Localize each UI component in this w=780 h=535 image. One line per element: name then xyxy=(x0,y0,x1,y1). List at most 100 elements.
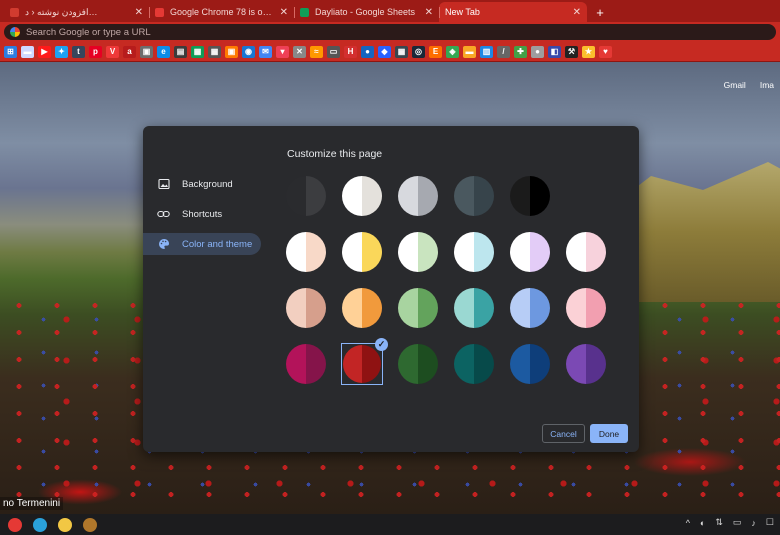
tab-2[interactable]: Dayliato - Google Sheets ✕ xyxy=(294,2,439,22)
cancel-button[interactable]: Cancel xyxy=(542,424,585,443)
tray-icon[interactable]: ♪ xyxy=(751,518,756,528)
world-icon[interactable]: ◉ xyxy=(242,45,255,58)
color-swatch[interactable] xyxy=(342,288,382,328)
nav-item-background[interactable]: Background xyxy=(143,173,261,195)
steam-icon[interactable]: ◎ xyxy=(412,45,425,58)
image-icon[interactable]: ▣ xyxy=(225,45,238,58)
chart-icon[interactable]: ▥ xyxy=(480,45,493,58)
close-icon[interactable]: ✕ xyxy=(425,7,433,18)
vivaldi-icon[interactable]: V xyxy=(106,45,119,58)
nav-item-shortcuts[interactable]: Shortcuts xyxy=(143,203,261,225)
color-swatch[interactable] xyxy=(398,344,438,384)
photo-icon[interactable]: ▣ xyxy=(140,45,153,58)
color-swatch[interactable] xyxy=(286,176,326,216)
pocket-icon[interactable]: ▾ xyxy=(276,45,289,58)
new-tab-button[interactable]: + xyxy=(590,2,610,22)
flag-icon[interactable]: ▬ xyxy=(21,45,34,58)
cube-icon[interactable]: ◧ xyxy=(548,45,561,58)
color-swatch[interactable] xyxy=(342,176,382,216)
color-swatch[interactable] xyxy=(454,288,494,328)
tab-3[interactable]: New Tab ✕ xyxy=(439,2,587,22)
grid-icon[interactable]: ▦ xyxy=(208,45,221,58)
tab-title: New Tab xyxy=(445,7,480,17)
done-button[interactable]: Done xyxy=(590,424,628,443)
color-swatch[interactable] xyxy=(454,344,494,384)
telegram-icon[interactable] xyxy=(33,517,47,532)
tumblr-icon[interactable]: t xyxy=(72,45,85,58)
folder-icon[interactable]: ▬ xyxy=(463,45,476,58)
color-swatch[interactable] xyxy=(510,232,550,272)
close-icon[interactable]: ✕ xyxy=(135,7,143,18)
tab-strip: افزودن نوشته ‹ د… ✕ Google Chrome 78 is … xyxy=(0,0,780,22)
color-swatch[interactable] xyxy=(286,344,326,384)
tray-icon[interactable]: ☐ xyxy=(766,517,774,528)
tray-icon[interactable]: ^ xyxy=(686,518,690,528)
nav-label: Color and theme xyxy=(182,238,253,250)
background-attribution[interactable]: no Termenini xyxy=(0,497,64,510)
google-icon xyxy=(10,27,20,37)
customize-nav: Background Shortcuts Color and theme xyxy=(143,173,261,263)
color-row xyxy=(286,176,606,216)
h-icon[interactable]: H xyxy=(344,45,357,58)
close-icon[interactable]: ✕ xyxy=(280,7,288,18)
tray-icon[interactable]: ◐ xyxy=(700,518,705,528)
tab-favicon-icon xyxy=(155,7,164,17)
wave-icon[interactable]: ≈ xyxy=(310,45,323,58)
twitter-icon[interactable]: ✦ xyxy=(55,45,68,58)
color-swatch[interactable] xyxy=(342,232,382,272)
shield-icon[interactable]: ◆ xyxy=(378,45,391,58)
color-swatch[interactable] xyxy=(510,344,550,384)
e-icon[interactable]: E xyxy=(429,45,442,58)
x-icon[interactable]: ✕ xyxy=(293,45,306,58)
tray-icon[interactable]: ▭ xyxy=(733,517,742,528)
pinterest-icon[interactable]: p xyxy=(89,45,102,58)
youtube-icon[interactable]: ▶ xyxy=(38,45,51,58)
link-icon xyxy=(157,208,170,221)
maps-icon[interactable]: ◈ xyxy=(446,45,459,58)
color-swatch[interactable] xyxy=(566,344,606,384)
heart-icon[interactable]: ♥ xyxy=(599,45,612,58)
edge-icon[interactable]: e xyxy=(157,45,170,58)
close-icon[interactable]: ✕ xyxy=(573,7,581,18)
app-icon[interactable] xyxy=(83,517,97,532)
images-link[interactable]: Ima xyxy=(760,80,774,90)
bookmark-icon[interactable]: ▤ xyxy=(174,45,187,58)
windows-icon[interactable]: ⊞ xyxy=(4,45,17,58)
tab-0[interactable]: افزودن نوشته ‹ د… ✕ xyxy=(4,2,149,22)
puzzle-icon[interactable]: ✚ xyxy=(514,45,527,58)
chip-icon[interactable]: ▦ xyxy=(395,45,408,58)
ntp-header-links: Gmail Ima xyxy=(724,80,774,90)
color-swatch[interactable] xyxy=(566,232,606,272)
color-swatch[interactable] xyxy=(286,288,326,328)
app-icon[interactable]: a xyxy=(123,45,136,58)
tab-title: Dayliato - Google Sheets xyxy=(315,7,416,17)
color-swatch[interactable] xyxy=(398,288,438,328)
star-icon[interactable]: ★ xyxy=(582,45,595,58)
color-swatch[interactable]: ✓ xyxy=(341,338,388,385)
color-swatch[interactable] xyxy=(566,288,606,328)
files-icon[interactable] xyxy=(58,517,72,532)
chrome-icon[interactable] xyxy=(8,517,22,532)
tab-title: Google Chrome 78 is out: Force… xyxy=(170,7,276,17)
wallet-icon[interactable]: ▭ xyxy=(327,45,340,58)
color-swatch[interactable] xyxy=(398,176,438,216)
tab-1[interactable]: Google Chrome 78 is out: Force… ✕ xyxy=(149,2,294,22)
slash-icon[interactable]: / xyxy=(497,45,510,58)
omnibox[interactable]: Search Google or type a URL xyxy=(4,24,776,40)
color-swatch[interactable] xyxy=(454,232,494,272)
color-swatch[interactable] xyxy=(510,176,550,216)
color-swatch[interactable] xyxy=(286,232,326,272)
gmail-link[interactable]: Gmail xyxy=(724,80,746,90)
toolbar: Search Google or type a URL xyxy=(0,22,780,42)
circle-icon[interactable]: ● xyxy=(361,45,374,58)
mail-icon[interactable]: ✉ xyxy=(259,45,272,58)
color-swatch[interactable] xyxy=(454,176,494,216)
ball-icon[interactable]: ● xyxy=(531,45,544,58)
sheets-icon[interactable]: ▦ xyxy=(191,45,204,58)
tools-icon[interactable]: ⚒ xyxy=(565,45,578,58)
color-swatch[interactable] xyxy=(510,288,550,328)
tray-icon[interactable]: ⇅ xyxy=(715,517,723,528)
nav-item-color-and-theme[interactable]: Color and theme xyxy=(143,233,261,255)
system-tray: ^ ◐ ⇅ ▭ ♪ ☐ xyxy=(686,517,774,528)
color-swatch[interactable] xyxy=(398,232,438,272)
